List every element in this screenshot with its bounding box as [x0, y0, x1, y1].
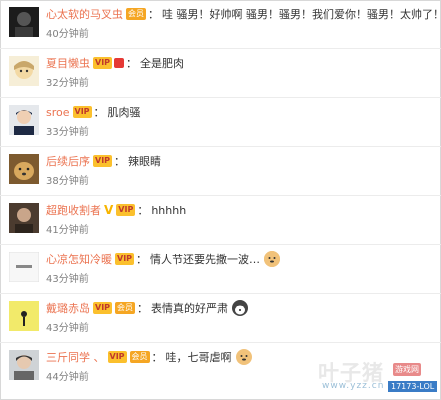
avatar[interactable] [9, 252, 39, 282]
vip-badge-icon: VIP [93, 155, 113, 167]
avatar-image-icon [9, 350, 39, 380]
member-badge-icon: 会员 [129, 351, 150, 363]
comment-item: 夏目懒虫 VIP ： 全是肥肉 32分钟前 [0, 49, 441, 98]
comment-username[interactable]: 戴璐赤岛 [46, 300, 90, 316]
comment-time[interactable]: 43分钟前 [46, 319, 89, 334]
comment-text: 全是肥肉 [140, 57, 185, 70]
colon-separator: ： [114, 155, 126, 168]
avatar[interactable] [9, 350, 39, 380]
comment-item: 心凉怎知冷暖 VIP ： 情人节还要先撒一波… 43分钟前 [0, 245, 441, 294]
watermark-url: www.yzz.cn [322, 381, 385, 391]
comment-username[interactable]: 三斤同学 、 [46, 349, 105, 365]
watermark: 叶子猪 游戏网 www.yzz.cn 17173-LOL [318, 355, 440, 399]
vip-badge-icon: VIP [72, 106, 92, 118]
comment-time[interactable]: 41分钟前 [46, 221, 89, 236]
avatar[interactable] [9, 56, 39, 86]
comment-text: hhhhh [151, 203, 187, 217]
comment-item: 心太软的马叉虫 会员 ： 哇 骚男！好帅啊 骚男！骚男！我们爱你！骚男！太帅了！… [0, 0, 441, 49]
avatar-image-icon [9, 203, 39, 233]
comment-time[interactable]: 44分钟前 [46, 368, 89, 383]
avatar-image-icon [9, 301, 39, 331]
comment-time[interactable]: 33分钟前 [46, 123, 89, 138]
comment-text: 辣眼睛 [128, 155, 162, 168]
comment-text: 表情真的好严肃 [151, 302, 229, 315]
watermark-tag: 游戏网 [393, 363, 421, 376]
colon-separator: ： [126, 57, 138, 70]
comment-text: 哇 骚男！好帅啊 骚男！骚男！我们爱你！骚男！太帅了！ [162, 8, 441, 21]
avatar[interactable] [9, 105, 39, 135]
comment-item: 后续后序 VIP ： 辣眼睛 38分钟前 [0, 147, 441, 196]
comment-time[interactable]: 38分钟前 [46, 172, 89, 187]
husky-emoji-icon [232, 300, 249, 316]
comment-text: 肌肉骚 [107, 106, 141, 119]
avatar[interactable] [9, 7, 39, 37]
vip-badge-icon: VIP [93, 302, 113, 314]
vip-badge-icon: VIP [93, 57, 113, 69]
comment-username[interactable]: 超跑收割者 [46, 202, 101, 218]
watermark-brand: 17173-LOL [388, 381, 438, 392]
member-badge-icon: 会员 [115, 302, 136, 314]
colon-separator: ： [151, 351, 163, 364]
avatar[interactable] [9, 154, 39, 184]
avatar[interactable] [9, 301, 39, 331]
comment-time[interactable]: 43分钟前 [46, 270, 89, 285]
colon-separator: ： [148, 8, 159, 21]
comment-text: 情人节还要先撒一波… [150, 253, 261, 266]
comment-text: 哇，七哥虐啊 [165, 351, 232, 364]
colon-separator: ： [93, 106, 105, 119]
comment-username[interactable]: 心太软的马叉虫 [46, 6, 123, 22]
doge-emoji-icon [264, 251, 281, 267]
avatar-image-icon [9, 252, 39, 282]
avatar-image-icon [9, 56, 39, 86]
vip-badge-icon: VIP [107, 351, 127, 363]
avatar-image-icon [9, 154, 39, 184]
avatar-image-icon [9, 7, 39, 37]
member-badge-icon: 会员 [126, 8, 146, 20]
avatar-image-icon [9, 105, 39, 135]
vip-badge-icon: VIP [115, 253, 135, 265]
doge-emoji-icon [235, 349, 252, 365]
colon-separator: ： [136, 253, 148, 266]
red-packet-icon [114, 58, 125, 68]
comment-item: sroe VIP ： 肌肉骚 33分钟前 [0, 98, 441, 147]
colon-separator: ： [137, 204, 149, 217]
verified-v-icon: V [104, 203, 114, 217]
comment-username[interactable]: 心凉怎知冷暖 [46, 251, 112, 267]
comment-item: 戴璐赤岛 VIP 会员 ： 表情真的好严肃 43分钟前 [0, 294, 441, 343]
comment-username[interactable]: 夏目懒虫 [46, 55, 90, 71]
vip-badge-icon: VIP [116, 204, 136, 216]
avatar[interactable] [9, 203, 39, 233]
comment-username[interactable]: 后续后序 [46, 153, 90, 169]
comment-item: 超跑收割者 V VIP ： hhhhh 41分钟前 [0, 196, 441, 245]
comment-time[interactable]: 40分钟前 [46, 25, 89, 40]
comment-username[interactable]: sroe [46, 106, 70, 119]
comment-time[interactable]: 32分钟前 [46, 74, 89, 89]
colon-separator: ： [137, 302, 149, 315]
